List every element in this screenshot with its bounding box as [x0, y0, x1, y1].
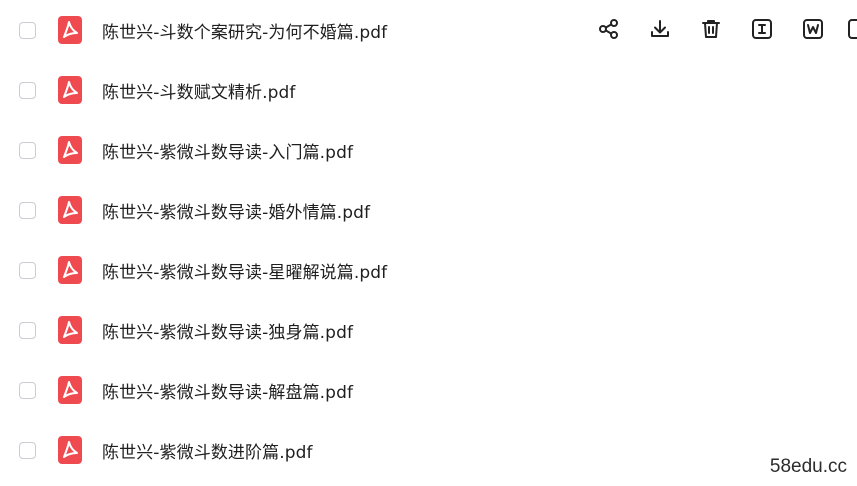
file-row[interactable]: 陈世兴-斗数个案研究-为何不婚篇.pdf — [0, 0, 857, 60]
file-row[interactable]: 陈世兴-紫微斗数导读-婚外情篇.pdf — [0, 180, 857, 240]
row-checkbox[interactable] — [19, 441, 36, 459]
row-checkbox[interactable] — [19, 141, 36, 159]
word-convert-button[interactable] — [800, 16, 826, 42]
text-extract-button[interactable] — [749, 16, 775, 42]
pdf-file-icon — [58, 196, 82, 224]
row-checkbox[interactable] — [19, 321, 36, 339]
file-name[interactable]: 陈世兴-紫微斗数进阶篇.pdf — [102, 438, 313, 463]
watermark: 58edu.cc — [769, 456, 847, 477]
row-checkbox[interactable] — [19, 261, 36, 279]
pdf-file-icon — [58, 76, 82, 104]
share-button[interactable] — [596, 16, 622, 42]
more-icon — [848, 19, 857, 39]
download-button[interactable] — [647, 16, 673, 42]
file-list: 陈世兴-斗数个案研究-为何不婚篇.pdf 陈世兴-斗数赋文精析.pdf 陈世兴-… — [0, 0, 857, 486]
file-name[interactable]: 陈世兴-紫微斗数导读-入门篇.pdf — [102, 138, 353, 163]
download-icon — [651, 20, 669, 37]
pdf-file-icon — [58, 376, 82, 404]
more-button[interactable] — [848, 16, 857, 42]
file-name[interactable]: 陈世兴-紫微斗数导读-独身篇.pdf — [102, 318, 353, 343]
pdf-file-icon — [58, 256, 82, 284]
word-convert-icon — [803, 19, 823, 39]
file-name[interactable]: 陈世兴-斗数赋文精析.pdf — [102, 78, 296, 103]
file-row[interactable]: 陈世兴-紫微斗数导读-解盘篇.pdf — [0, 360, 857, 420]
pdf-file-icon — [58, 136, 82, 164]
text-extract-icon — [752, 19, 772, 39]
file-row[interactable]: 陈世兴-斗数赋文精析.pdf — [0, 60, 857, 120]
pdf-file-icon — [58, 316, 82, 344]
row-checkbox[interactable] — [19, 21, 36, 39]
pdf-file-icon — [58, 16, 82, 44]
file-row[interactable]: 陈世兴-紫微斗数导读-星曜解说篇.pdf — [0, 240, 857, 300]
row-checkbox[interactable] — [19, 201, 36, 219]
file-row[interactable]: 陈世兴-紫微斗数进阶篇.pdf — [0, 420, 857, 480]
file-row[interactable]: 陈世兴-紫微斗数导读-入门篇.pdf — [0, 120, 857, 180]
file-name[interactable]: 陈世兴-斗数个案研究-为何不婚篇.pdf — [102, 18, 387, 43]
file-name[interactable]: 陈世兴-紫微斗数导读-星曜解说篇.pdf — [102, 258, 387, 283]
row-checkbox[interactable] — [19, 381, 36, 399]
pdf-file-icon — [58, 436, 82, 464]
file-name[interactable]: 陈世兴-紫微斗数导读-婚外情篇.pdf — [102, 198, 370, 223]
file-row[interactable]: 陈世兴-紫微斗数导读-独身篇.pdf — [0, 300, 857, 360]
delete-icon — [702, 20, 720, 38]
share-icon — [599, 19, 618, 39]
file-name[interactable]: 陈世兴-紫微斗数导读-解盘篇.pdf — [102, 378, 353, 403]
delete-button[interactable] — [698, 16, 724, 42]
row-checkbox[interactable] — [19, 81, 36, 99]
